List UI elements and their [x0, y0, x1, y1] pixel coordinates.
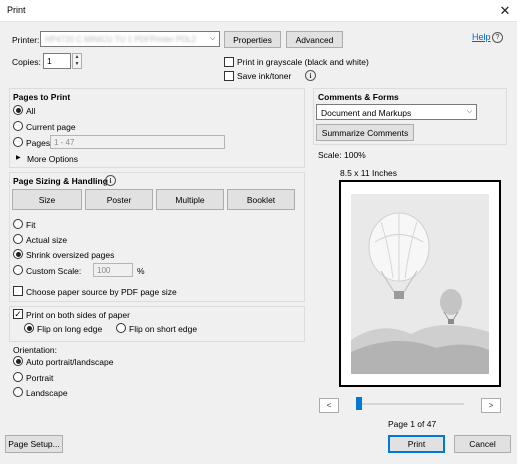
page-indicator: Page 1 of 47 — [388, 419, 437, 429]
save-ink-label: Save ink/toner — [237, 71, 292, 81]
radio-custom-scale[interactable] — [13, 265, 23, 275]
print-button[interactable]: Print — [388, 435, 445, 453]
properties-button[interactable]: Properties — [224, 31, 281, 48]
copies-stepper[interactable]: ▲ ▼ — [72, 53, 82, 69]
comments-select[interactable]: Document and Markups ⌵ — [316, 104, 477, 120]
chevron-down-icon: ⌵ — [466, 108, 473, 115]
radio-flip-short-edge-label: Flip on short edge — [129, 324, 198, 334]
info-icon[interactable]: i — [105, 175, 116, 186]
preview-image — [351, 194, 489, 374]
printer-select[interactable]: HP4720 C MINICU TU 1 PDFPrinter PDL2 ⌵ — [40, 31, 220, 47]
both-sides-label: Print on both sides of paper — [26, 310, 130, 320]
printer-name: HP4720 C MINICU TU 1 PDFPrinter PDL2 — [45, 35, 197, 44]
pages-range-input[interactable]: 1 - 47 — [50, 135, 225, 149]
summarize-comments-button[interactable]: Summarize Comments — [316, 124, 414, 141]
radio-shrink-oversized[interactable] — [13, 249, 23, 259]
page-sizing-title: Page Sizing & Handling — [13, 176, 108, 186]
page-slider-thumb[interactable] — [356, 397, 362, 410]
advanced-button[interactable]: Advanced — [286, 31, 343, 48]
help-link[interactable]: Help — [472, 32, 491, 42]
title-bar: Print ✕ — [0, 0, 517, 22]
comments-forms-title: Comments & Forms — [318, 92, 399, 102]
radio-flip-long-edge-label: Flip on long edge — [37, 324, 103, 334]
preview-page — [339, 180, 501, 387]
radio-portrait[interactable] — [13, 372, 23, 382]
grayscale-checkbox[interactable] — [224, 57, 234, 67]
window-title: Print — [7, 5, 26, 15]
copies-label: Copies: — [12, 57, 41, 67]
radio-actual-size-label: Actual size — [26, 235, 68, 245]
chevron-down-icon: ⌵ — [209, 35, 216, 42]
grayscale-label: Print in grayscale (black and white) — [237, 57, 369, 67]
radio-current-page[interactable] — [13, 121, 23, 131]
paper-source-checkbox[interactable] — [13, 286, 23, 296]
copies-input[interactable]: 1 — [43, 53, 71, 69]
tab-booklet[interactable]: Booklet — [227, 189, 295, 210]
tab-poster[interactable]: Poster — [85, 189, 153, 210]
previous-page-button[interactable]: < — [319, 398, 339, 413]
radio-pages-label: Pages — [26, 138, 51, 148]
radio-landscape[interactable] — [13, 387, 23, 397]
save-ink-checkbox[interactable] — [224, 71, 234, 81]
radio-custom-scale-label: Custom Scale: — [26, 266, 82, 276]
comments-select-value: Document and Markups — [321, 108, 412, 118]
custom-scale-input[interactable]: 100 — [93, 263, 133, 277]
radio-auto-orientation-label: Auto portrait/landscape — [26, 357, 114, 367]
radio-actual-size[interactable] — [13, 234, 23, 244]
orientation-title: Orientation: — [13, 345, 57, 355]
next-page-button[interactable]: > — [481, 398, 501, 413]
info-icon[interactable]: i — [305, 70, 316, 81]
scale-label: Scale: 100% — [318, 150, 366, 160]
radio-flip-short-edge[interactable] — [116, 323, 126, 333]
radio-fit[interactable] — [13, 219, 23, 229]
pages-to-print-title: Pages to Print — [13, 92, 71, 102]
more-options-toggle[interactable]: More Options — [27, 154, 78, 164]
page-setup-button[interactable]: Page Setup... — [5, 435, 63, 453]
radio-shrink-oversized-label: Shrink oversized pages — [26, 250, 115, 260]
both-sides-checkbox[interactable]: ✓ — [13, 309, 23, 319]
radio-pages[interactable] — [13, 137, 23, 147]
cancel-button[interactable]: Cancel — [454, 435, 511, 453]
tab-size[interactable]: Size — [12, 189, 82, 210]
radio-all-label: All — [26, 106, 36, 116]
radio-fit-label: Fit — [26, 220, 36, 230]
tab-multiple[interactable]: Multiple — [156, 189, 224, 210]
close-icon[interactable]: ✕ — [495, 2, 515, 20]
radio-current-page-label: Current page — [26, 122, 76, 132]
paper-size-label: 8.5 x 11 Inches — [340, 168, 398, 178]
radio-portrait-label: Portrait — [26, 373, 54, 383]
printer-label: Printer: — [12, 35, 40, 45]
page-slider-track[interactable] — [356, 403, 464, 405]
help-icon[interactable]: ? — [492, 32, 503, 43]
paper-source-label: Choose paper source by PDF page size — [26, 287, 177, 297]
percent-label: % — [137, 266, 145, 276]
expand-arrow-icon[interactable]: ▶ — [16, 154, 21, 161]
radio-landscape-label: Landscape — [26, 388, 68, 398]
radio-flip-long-edge[interactable] — [24, 323, 34, 333]
radio-auto-orientation[interactable] — [13, 356, 23, 366]
radio-all[interactable] — [13, 105, 23, 115]
